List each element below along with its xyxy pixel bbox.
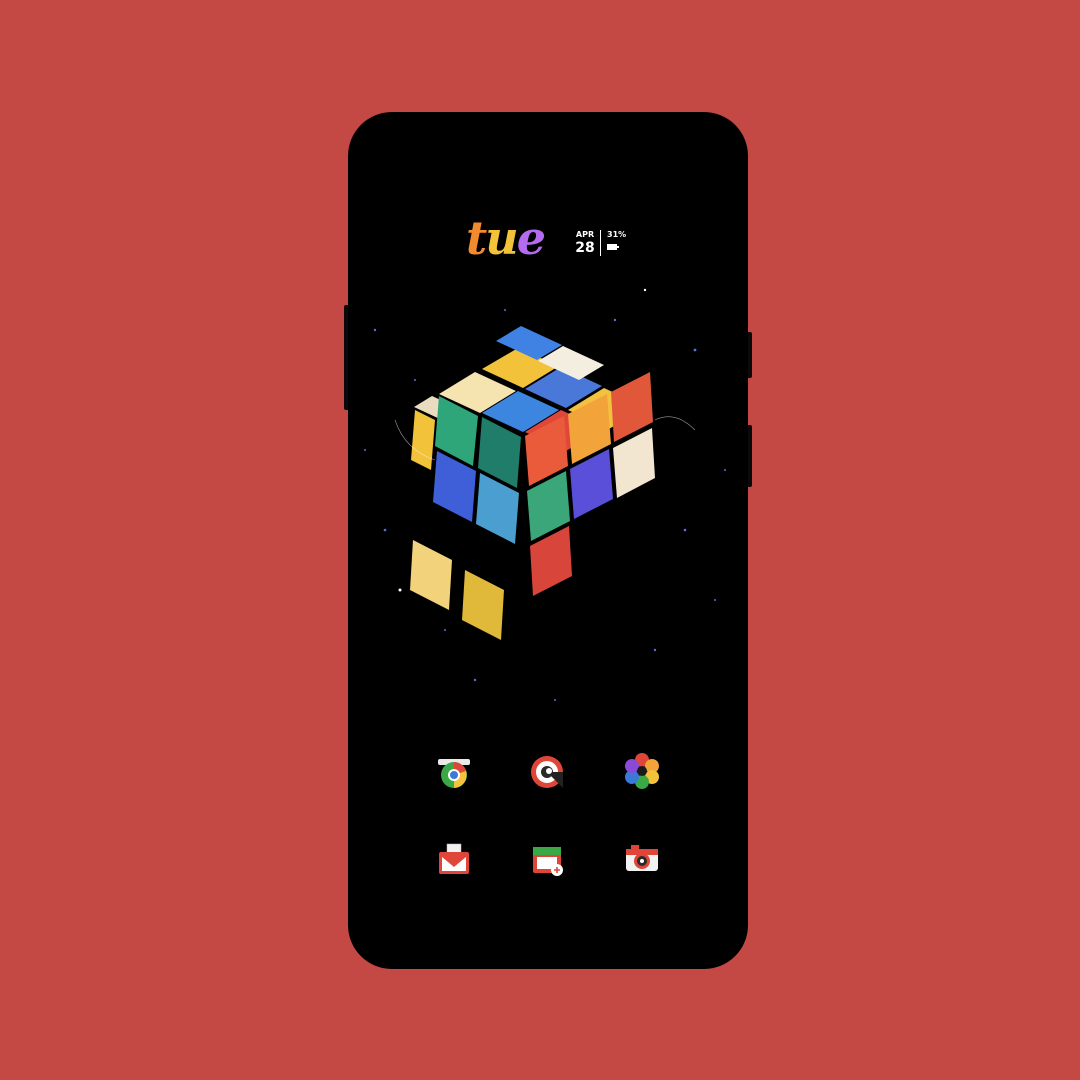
day-letter: u (485, 211, 518, 265)
cube-left-face (410, 396, 521, 640)
widget-divider (600, 230, 601, 256)
chat-bubble-icon[interactable] (528, 753, 566, 791)
camera-icon[interactable] (623, 839, 661, 877)
photos-flower-icon[interactable] (623, 752, 661, 790)
gmail-icon[interactable] (435, 841, 473, 879)
calendar-icon[interactable] (528, 841, 566, 879)
date-block: APR 28 (572, 230, 598, 256)
rubiks-cube-wallpaper (364, 288, 726, 701)
day-letter: e (516, 211, 546, 265)
date-battery-widget[interactable]: tue APR 28 31% (466, 210, 636, 266)
day-of-week: tue (466, 210, 546, 266)
battery-block: 31% (607, 230, 626, 250)
battery-percent: 31% (607, 230, 627, 239)
chrome-style-browser-icon[interactable] (435, 753, 473, 791)
date-day: 28 (575, 240, 595, 256)
date-month: APR (575, 230, 595, 239)
battery-icon (607, 244, 619, 250)
day-letter: t (466, 211, 487, 265)
